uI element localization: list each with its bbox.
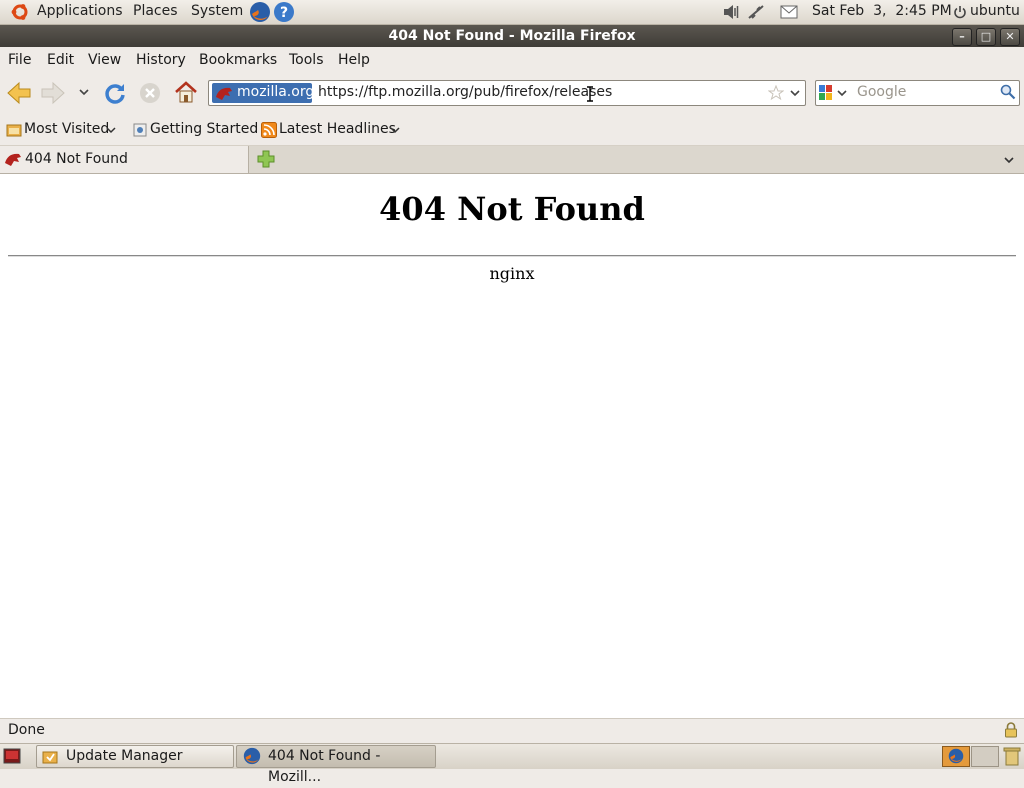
bookmarks-toolbar: Most Visited Getting Started Latest Head… xyxy=(0,113,1024,146)
user-name[interactable]: ubuntu xyxy=(970,3,1020,19)
bookmark-star-icon[interactable] xyxy=(768,85,784,101)
history-dropdown-icon[interactable] xyxy=(78,87,90,97)
most-visited-chevron-icon[interactable] xyxy=(106,126,116,134)
site-identity-label: mozilla.org xyxy=(237,84,315,100)
window-titlebar[interactable]: 404 Not Found - Mozilla Firefox – □ ✕ xyxy=(0,25,1024,47)
tab-label: 404 Not Found xyxy=(25,151,128,167)
tab-favicon-icon xyxy=(4,151,22,167)
site-identity-button[interactable]: mozilla.org xyxy=(212,83,315,103)
home-icon[interactable] xyxy=(173,79,199,105)
bookmark-most-visited[interactable]: Most Visited xyxy=(24,121,109,137)
status-text: Done xyxy=(8,722,45,738)
taskbar-firefox-label: 404 Not Found - Mozill... xyxy=(268,748,381,785)
page-heading: 404 Not Found xyxy=(379,190,645,228)
taskbar-update-manager-label: Update Manager xyxy=(66,748,183,764)
show-desktop-icon[interactable] xyxy=(3,748,21,764)
workspace-2[interactable] xyxy=(971,746,999,767)
bookmark-getting-started[interactable]: Getting Started xyxy=(150,121,258,137)
reload-icon[interactable] xyxy=(103,81,127,105)
menu-tools[interactable]: Tools xyxy=(289,52,324,68)
server-name: nginx xyxy=(489,264,535,283)
latest-headlines-chevron-icon[interactable] xyxy=(390,126,400,134)
taskbar-firefox-icon xyxy=(243,747,261,765)
rss-feed-icon xyxy=(261,122,277,138)
search-input[interactable]: Google xyxy=(857,84,906,100)
most-visited-folder-icon xyxy=(6,122,22,138)
close-button[interactable]: ✕ xyxy=(1000,28,1020,46)
new-tab-icon[interactable] xyxy=(257,150,275,168)
network-icon[interactable] xyxy=(747,4,765,20)
power-icon[interactable] xyxy=(953,5,967,19)
security-lock-icon[interactable] xyxy=(1004,722,1018,738)
menu-view[interactable]: View xyxy=(88,52,121,68)
divider xyxy=(8,255,1016,257)
applications-menu[interactable]: Applications xyxy=(37,3,123,19)
workspace-1[interactable] xyxy=(942,746,970,767)
places-menu[interactable]: Places xyxy=(133,3,178,19)
status-bar: Done xyxy=(0,718,1024,743)
system-menu[interactable]: System xyxy=(191,3,243,19)
forward-icon xyxy=(40,81,66,105)
bookmark-latest-headlines[interactable]: Latest Headlines xyxy=(279,121,396,137)
minimize-button[interactable]: – xyxy=(952,28,972,46)
clock[interactable]: Sat Feb 3, 2:45 PM xyxy=(812,3,952,19)
taskbar-firefox[interactable]: 404 Not Found - Mozill... xyxy=(236,745,436,785)
trash-icon[interactable] xyxy=(1003,746,1021,766)
getting-started-icon xyxy=(133,123,147,137)
taskbar-update-manager[interactable]: Update Manager xyxy=(36,745,234,768)
search-engine-icon[interactable] xyxy=(818,84,850,102)
stop-icon xyxy=(138,81,162,105)
firefox-launcher-icon[interactable] xyxy=(249,1,271,23)
tab-404-not-found[interactable]: 404 Not Found xyxy=(0,146,249,173)
menu-bar: File Edit View History Bookmarks Tools H… xyxy=(0,47,1024,73)
text-cursor-icon xyxy=(586,86,594,102)
workspace-firefox-icon xyxy=(948,748,964,764)
url-dropdown-icon[interactable] xyxy=(789,88,801,98)
ubuntu-logo-icon[interactable] xyxy=(10,2,30,22)
top-panel: Applications Places System ? Sat Feb 3, … xyxy=(0,0,1024,25)
menu-history[interactable]: History xyxy=(136,52,186,68)
svg-text:?: ? xyxy=(280,5,288,21)
maximize-button[interactable]: □ xyxy=(976,28,996,46)
menu-help[interactable]: Help xyxy=(338,52,370,68)
mail-icon[interactable] xyxy=(780,5,798,19)
back-icon[interactable] xyxy=(6,81,32,105)
update-manager-icon xyxy=(42,749,58,765)
search-icon[interactable] xyxy=(1000,84,1016,100)
site-favicon-icon xyxy=(215,85,233,101)
url-text[interactable]: https://ftp.mozilla.org/pub/firefox/rele… xyxy=(318,84,612,100)
volume-icon[interactable] xyxy=(722,4,740,20)
menu-bookmarks[interactable]: Bookmarks xyxy=(199,52,277,68)
tab-list-chevron-icon[interactable] xyxy=(1003,155,1015,165)
menu-file[interactable]: File xyxy=(8,52,31,68)
help-icon[interactable]: ? xyxy=(273,1,295,23)
menu-edit[interactable]: Edit xyxy=(47,52,74,68)
window-title: 404 Not Found - Mozilla Firefox xyxy=(388,28,636,44)
